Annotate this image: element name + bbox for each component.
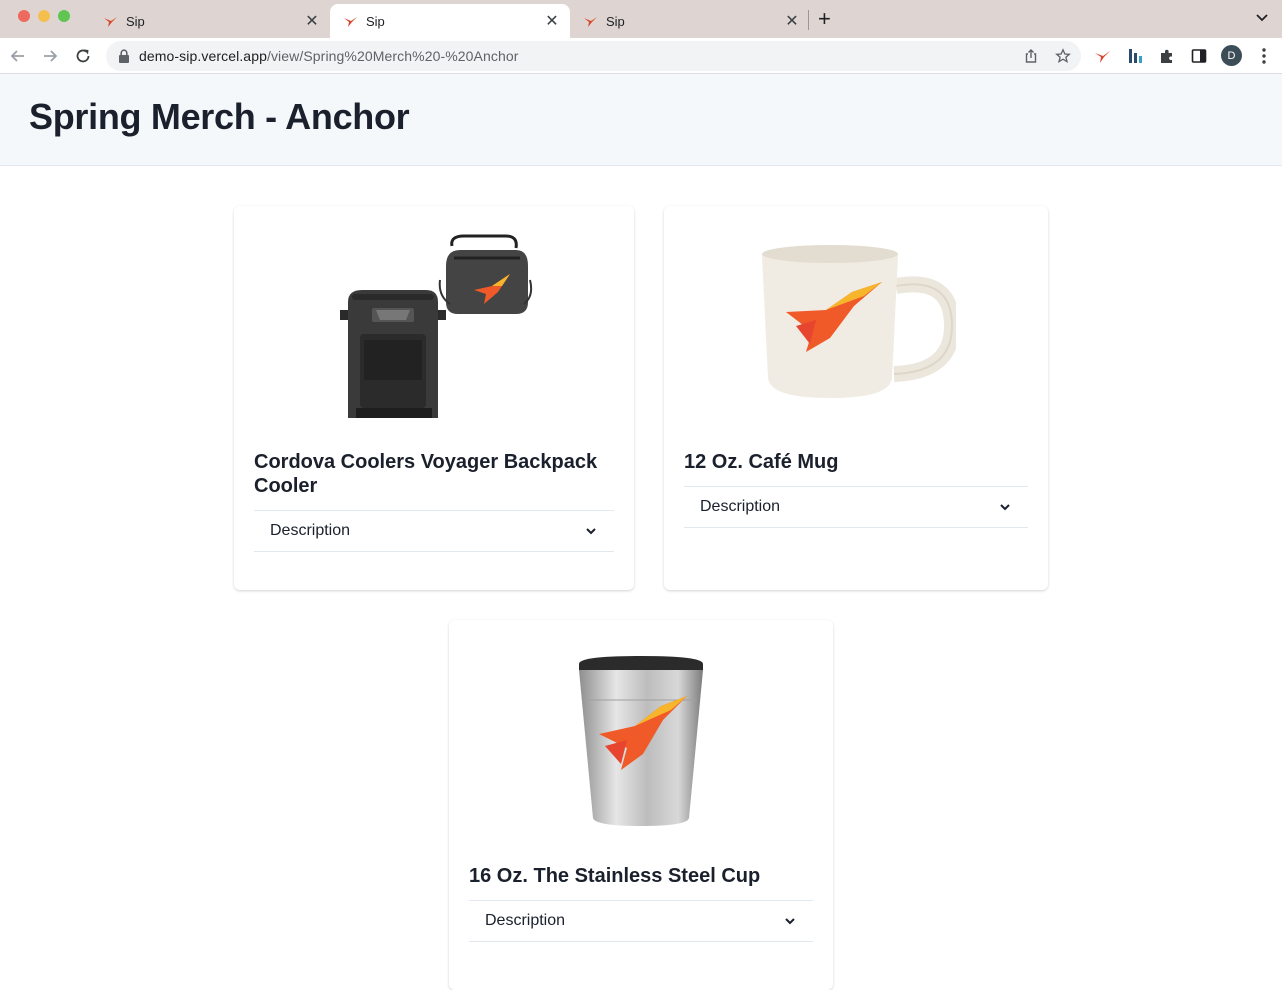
hummingbird-favicon-icon: [104, 17, 117, 27]
tab-search-chevron-icon[interactable]: [1254, 10, 1270, 26]
product-card: Cordova Coolers Voyager Backpack Cooler …: [234, 206, 634, 590]
accordion-label: Description: [270, 522, 351, 539]
browser-tab-active[interactable]: Sip ✕: [330, 4, 570, 38]
share-icon[interactable]: [1023, 48, 1039, 64]
product-card: 12 Oz. Café Mug Description: [664, 206, 1048, 590]
extensions-puzzle-icon[interactable]: [1158, 47, 1176, 65]
browser-tab[interactable]: Sip ✕: [90, 4, 330, 38]
forward-arrow-icon[interactable]: [40, 46, 60, 66]
profile-avatar[interactable]: D: [1221, 45, 1242, 66]
tab-title: Sip: [366, 13, 385, 29]
reload-icon[interactable]: [73, 46, 93, 66]
window-close-button[interactable]: [18, 10, 30, 22]
tab-divider: [808, 10, 809, 30]
analytics-extension-icon[interactable]: [1126, 47, 1144, 65]
tab-title: Sip: [126, 13, 145, 29]
side-panel-icon[interactable]: [1190, 47, 1208, 65]
more-menu-icon[interactable]: [1256, 46, 1272, 66]
page-header: Spring Merch - Anchor: [0, 74, 1282, 166]
cafe-mug-image: [762, 245, 956, 398]
lock-icon: [119, 49, 129, 63]
accordion-label: Description: [700, 498, 781, 515]
new-tab-plus-icon[interactable]: +: [818, 8, 831, 30]
browser-tab-bar: Sip ✕ Sip ✕ Sip ✕ +: [0, 0, 1282, 38]
browser-tab[interactable]: Sip ✕: [570, 4, 810, 38]
description-accordion-button[interactable]: Description: [254, 510, 614, 552]
url-host: demo-sip.vercel.app: [139, 48, 267, 64]
bookmark-star-icon[interactable]: [1055, 48, 1071, 64]
window-zoom-button[interactable]: [58, 10, 70, 22]
product-name: 12 Oz. Café Mug: [684, 451, 839, 473]
address-bar[interactable]: demo-sip.vercel.app/view/Spring%20Merch%…: [106, 41, 1081, 71]
url-path: /view/Spring%20Merch%20-%20Anchor: [266, 48, 519, 64]
browser-toolbar: demo-sip.vercel.app/view/Spring%20Merch%…: [0, 38, 1282, 74]
hummingbird-favicon-icon: [584, 17, 597, 27]
chevron-down-icon: [1000, 504, 1010, 511]
tab-close-icon[interactable]: ✕: [784, 11, 800, 31]
tab-title: Sip: [606, 13, 625, 29]
backpack-cooler-image: [340, 234, 533, 418]
tab-close-icon[interactable]: ✕: [304, 11, 320, 31]
product-name: 16 Oz. The Stainless Steel Cup: [469, 865, 761, 887]
product-card: 16 Oz. The Stainless Steel Cup Descripti…: [449, 620, 833, 990]
sip-extension-icon[interactable]: [1093, 47, 1111, 65]
chevron-down-icon: [785, 918, 795, 925]
page-title: Spring Merch - Anchor: [29, 96, 410, 137]
stainless-steel-cup-image: [579, 656, 703, 826]
chevron-down-icon: [586, 528, 596, 535]
description-accordion-button[interactable]: Description: [469, 900, 813, 942]
accordion-label: Description: [485, 912, 566, 929]
description-accordion-button[interactable]: Description: [684, 486, 1028, 528]
hummingbird-favicon-icon: [344, 17, 357, 27]
url-text: demo-sip.vercel.app/view/Spring%20Merch%…: [139, 48, 519, 64]
window-minimize-button[interactable]: [38, 10, 50, 22]
back-arrow-icon[interactable]: [8, 46, 28, 66]
product-name: Cordova Coolers Voyager Backpack Cooler: [254, 451, 598, 497]
tab-close-icon[interactable]: ✕: [544, 11, 560, 31]
